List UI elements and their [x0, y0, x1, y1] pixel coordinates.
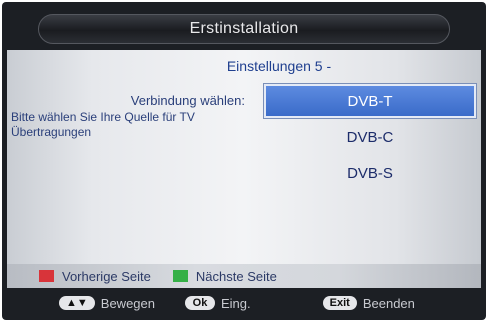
move-hint[interactable]: ▲▼ Bewegen — [59, 296, 155, 311]
next-page-key[interactable]: Nächste Seite — [172, 268, 277, 284]
settings-panel: Einstellungen 5 - Verbindung wählen: Bit… — [7, 50, 481, 266]
green-key-icon — [172, 270, 188, 282]
up-down-arrows-icon: ▲▼ — [59, 296, 95, 310]
source-hint: Bitte wählen Sie Ihre Quelle für TV Über… — [11, 110, 195, 139]
ok-hint-label: Eing. — [221, 295, 251, 311]
remote-hint-bar: ▲▼ Bewegen Ok Eing. Exit Beenden — [7, 290, 481, 316]
ok-hint[interactable]: Ok Eing. — [185, 296, 251, 311]
exit-key-icon: Exit — [322, 296, 357, 310]
next-page-label: Nächste Seite — [195, 268, 277, 284]
step-subtitle: Einstellungen 5 - — [226, 58, 332, 74]
exit-hint[interactable]: Exit Beenden — [322, 295, 415, 311]
red-key-icon — [39, 270, 54, 282]
page-title: Erstinstallation — [189, 20, 299, 37]
option-dvb-c[interactable]: DVB-C — [264, 120, 476, 154]
option-dvb-s[interactable]: DVB-S — [264, 156, 476, 190]
exit-hint-label: Beenden — [362, 295, 415, 311]
tv-screen: Erstinstallation Einstellungen 5 - Verbi… — [2, 2, 486, 320]
ok-key-icon: Ok — [185, 296, 215, 310]
option-dvb-t[interactable]: DVB-T — [264, 84, 476, 118]
color-key-legend: Vorherige Seite Nächste Seite — [7, 264, 481, 288]
previous-page-key[interactable]: Vorherige Seite — [39, 269, 151, 284]
previous-page-label: Vorherige Seite — [62, 268, 151, 284]
connection-prompt: Verbindung wählen: — [130, 93, 245, 108]
title-bar: Erstinstallation — [38, 14, 450, 44]
move-hint-label: Bewegen — [100, 295, 155, 311]
source-options-list: DVB-T DVB-C DVB-S — [264, 84, 476, 192]
